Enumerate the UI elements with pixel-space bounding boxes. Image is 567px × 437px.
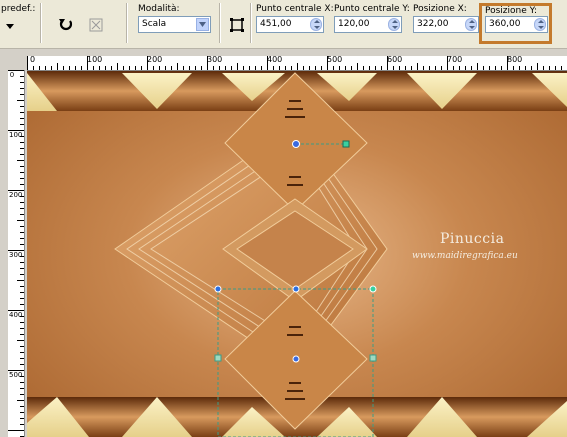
ruler-label: 300 <box>207 56 223 64</box>
center-y-value: 120,00 <box>338 19 370 29</box>
ruler-corner <box>8 56 27 70</box>
center-pivot-handle[interactable] <box>292 140 300 148</box>
separator <box>40 3 42 43</box>
center-x-label: Punto centrale X: <box>256 4 334 14</box>
spin-arrows-icon[interactable] <box>465 18 477 31</box>
ruler-label: 0 <box>9 71 15 79</box>
separator <box>126 3 128 43</box>
spin-arrows-icon[interactable] <box>388 18 400 31</box>
tool-options-bar: predef.: Modalità: Scala Punto centrale … <box>0 0 567 49</box>
mode-value: Scala <box>142 19 167 29</box>
ruler-label: 200 <box>147 56 163 64</box>
distort-icon[interactable] <box>86 15 106 35</box>
watermark-title: Pinuccia <box>440 231 505 247</box>
center-x-field[interactable]: 451,00 <box>256 16 324 33</box>
ruler-label: 0 <box>30 56 36 64</box>
transform-handle[interactable] <box>369 354 377 362</box>
ruler-label: 700 <box>447 56 463 64</box>
watermark-url: www.maidiregrafica.eu <box>412 251 518 261</box>
preset-dropdown-icon[interactable] <box>0 16 20 36</box>
ruler-label: 100 <box>87 56 103 64</box>
transform-handle[interactable] <box>369 285 377 293</box>
ruler-label: 800 <box>507 56 523 64</box>
pos-y-field[interactable]: 360,00 <box>485 16 548 33</box>
ruler-label: 600 <box>387 56 403 64</box>
center-pivot-handle[interactable] <box>292 355 300 363</box>
ruler-vertical: 0 100 200 300 400 500 <box>8 70 25 437</box>
ruler-label: 100 <box>9 131 23 139</box>
chevron-down-icon[interactable] <box>196 18 209 31</box>
spin-arrows-icon[interactable] <box>534 18 546 31</box>
transform-handle[interactable] <box>292 285 300 293</box>
center-y-field[interactable]: 120,00 <box>334 16 402 33</box>
pos-x-label: Posizione X: <box>413 4 467 14</box>
pos-y-value: 360,00 <box>489 19 521 29</box>
reset-icon[interactable] <box>56 15 76 35</box>
rotation-handle[interactable] <box>342 140 350 148</box>
pos-x-field[interactable]: 322,00 <box>413 16 479 33</box>
preset-label: predef.: <box>1 4 36 14</box>
mode-select[interactable]: Scala <box>138 16 211 33</box>
transform-handle[interactable] <box>214 285 222 293</box>
mode-label: Modalità: <box>138 4 180 14</box>
center-y-label: Punto centrale Y: <box>334 4 410 14</box>
flip-icon[interactable] <box>227 15 247 35</box>
center-x-value: 451,00 <box>260 19 292 29</box>
ruler-label: 500 <box>327 56 343 64</box>
transform-handle[interactable] <box>214 354 222 362</box>
image-canvas[interactable]: Pinuccia www.maidiregrafica.eu <box>27 71 567 437</box>
ruler-label: 300 <box>9 251 23 259</box>
ruler-label: 500 <box>9 371 23 379</box>
pos-x-value: 322,00 <box>417 19 449 29</box>
spin-arrows-icon[interactable] <box>310 18 322 31</box>
ruler-label: 400 <box>267 56 283 64</box>
ruler-horizontal: 0 100 200 300 400 500 600 700 800 <box>27 56 567 71</box>
ruler-label: 400 <box>9 311 23 319</box>
separator <box>219 3 221 43</box>
ruler-label: 200 <box>9 191 23 199</box>
separator <box>250 3 252 43</box>
pos-y-label: Posizione Y: <box>485 6 537 16</box>
